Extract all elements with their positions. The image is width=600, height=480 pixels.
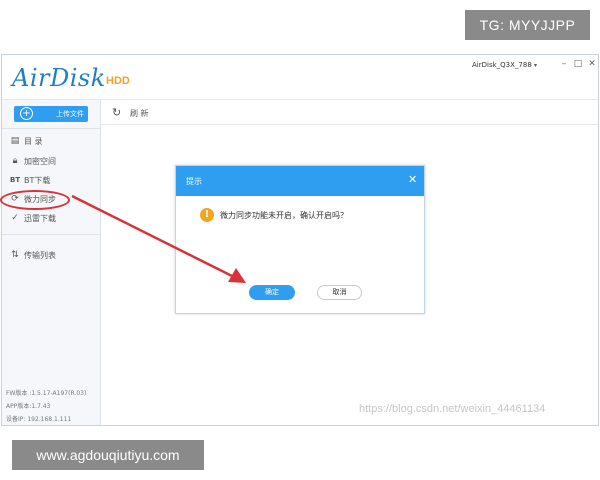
app-logo-suffix: HDD	[106, 75, 130, 87]
screenshot-stage: TG: MYYJJPP AirDisk HDD AirDisk_Q3X_788 …	[0, 0, 600, 480]
chevron-down-icon: ▾	[534, 62, 538, 69]
sidebar-item-label: 迅雷下载	[24, 214, 56, 223]
dialog-message: 微力同步功能未开启，确认开启吗？	[220, 211, 348, 220]
sidebar-item-thunder-download[interactable]: ✓ 迅雷下载	[2, 209, 101, 227]
sidebar-item-encrypted-space[interactable]: 🔒︎ 加密空间	[2, 152, 101, 170]
sidebar-item-label: 加密空间	[24, 157, 56, 166]
sidebar: + 上传文件 ▤ 目 录 🔒︎ 加密空间 BT BT下载 ⟳ 微力同步 ✓ 迅雷…	[2, 100, 101, 425]
blog-watermark: https://blog.csdn.net/weixin_44461134	[359, 403, 546, 415]
upload-button-label: 上传文件	[56, 110, 84, 118]
minimize-icon[interactable]: –	[558, 58, 570, 70]
maximize-icon[interactable]: □	[572, 58, 584, 70]
app-logo: AirDisk	[12, 64, 106, 92]
plus-icon: +	[20, 107, 33, 120]
transfer-icon: ⇅	[11, 250, 19, 260]
lock-icon: 🔒︎	[12, 156, 18, 166]
firmware-version: FW版本 :1.5.17-A197(R.03)	[6, 390, 87, 397]
sidebar-divider	[2, 128, 101, 129]
upload-button[interactable]: + 上传文件	[14, 106, 88, 122]
device-name-label: AirDisk_Q3X_788	[472, 61, 532, 69]
dialog-header: 提示 ✕	[176, 166, 424, 196]
toolbar: ↻ 刷 新	[101, 100, 598, 125]
sidebar-divider	[2, 234, 101, 235]
folder-icon: ▤	[10, 136, 20, 146]
sidebar-item-transfer-list[interactable]: ⇅ 传输列表	[2, 246, 101, 264]
sidebar-item-label: BT下载	[24, 176, 51, 185]
confirm-button[interactable]: 确定	[249, 285, 295, 300]
prompt-dialog: 提示 ✕ ! 微力同步功能未开启，确认开启吗？ 确定 取消	[175, 165, 425, 314]
bt-icon: BT	[10, 176, 21, 184]
device-ip: 设备IP: 192.168.1.111	[6, 416, 72, 423]
title-bar: AirDisk HDD AirDisk_Q3X_788 ▾ – □ ✕	[2, 55, 598, 100]
warning-icon: !	[200, 208, 214, 222]
cancel-button[interactable]: 取消	[317, 285, 362, 300]
annotation-ellipse	[0, 190, 70, 210]
thunder-icon: ✓	[11, 213, 19, 223]
close-window-icon[interactable]: ✕	[586, 58, 598, 70]
refresh-button[interactable]: 刷 新	[130, 108, 149, 119]
sidebar-item-label: 传输列表	[24, 251, 56, 260]
close-icon[interactable]: ✕	[408, 174, 417, 186]
device-selector[interactable]: AirDisk_Q3X_788 ▾	[472, 61, 537, 69]
watermark-badge: TG: MYYJJPP	[465, 10, 590, 40]
sidebar-item-label: 目 录	[24, 137, 43, 146]
sidebar-item-directory[interactable]: ▤ 目 录	[2, 132, 101, 150]
refresh-icon[interactable]: ↻	[112, 106, 121, 119]
url-badge: www.agdouqiutiyu.com	[12, 440, 204, 470]
app-version: APP版本:1.7.43	[6, 403, 51, 410]
sidebar-item-bt-download[interactable]: BT BT下载	[2, 171, 101, 189]
dialog-title: 提示	[186, 177, 202, 186]
